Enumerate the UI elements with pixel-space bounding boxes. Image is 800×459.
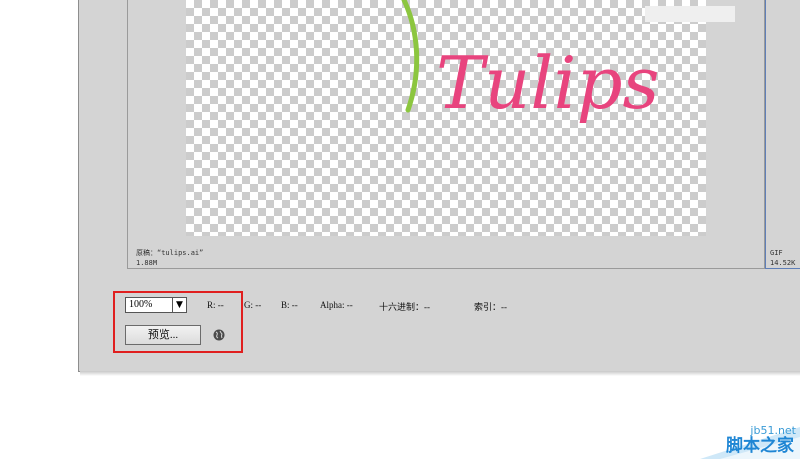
watermark: jb51.net 脚本之家: [690, 419, 800, 459]
index-readout: 索引：--: [474, 302, 507, 312]
original-file-size: 1.88M: [136, 259, 158, 267]
g-readout: G: --: [244, 300, 262, 310]
optimized-format: GIF: [770, 249, 783, 257]
optimized-preview-panel[interactable]: GIF 14.52K: [765, 0, 800, 269]
optimized-size: 14.52K: [770, 259, 796, 267]
tulips-artwork: Tulips: [401, 0, 660, 125]
b-readout: B: --: [281, 300, 298, 310]
hex-readout: 十六进制：--: [379, 302, 430, 312]
top-overlay-bar: [645, 6, 735, 22]
original-preview-panel: Tulips 原稿：“tulips.ai” 1.88M: [127, 0, 765, 269]
tulips-text: Tulips: [436, 41, 660, 125]
original-file-label: 原稿：“tulips.ai”: [136, 249, 204, 257]
dialog-shadow: [80, 371, 800, 376]
stem-shape: [401, 0, 420, 113]
alpha-readout: Alpha: --: [320, 300, 353, 310]
artwork-canvas: Tulips: [186, 0, 706, 236]
highlight-annotation-box: [113, 291, 243, 353]
watermark-brand: 脚本之家: [726, 436, 794, 456]
